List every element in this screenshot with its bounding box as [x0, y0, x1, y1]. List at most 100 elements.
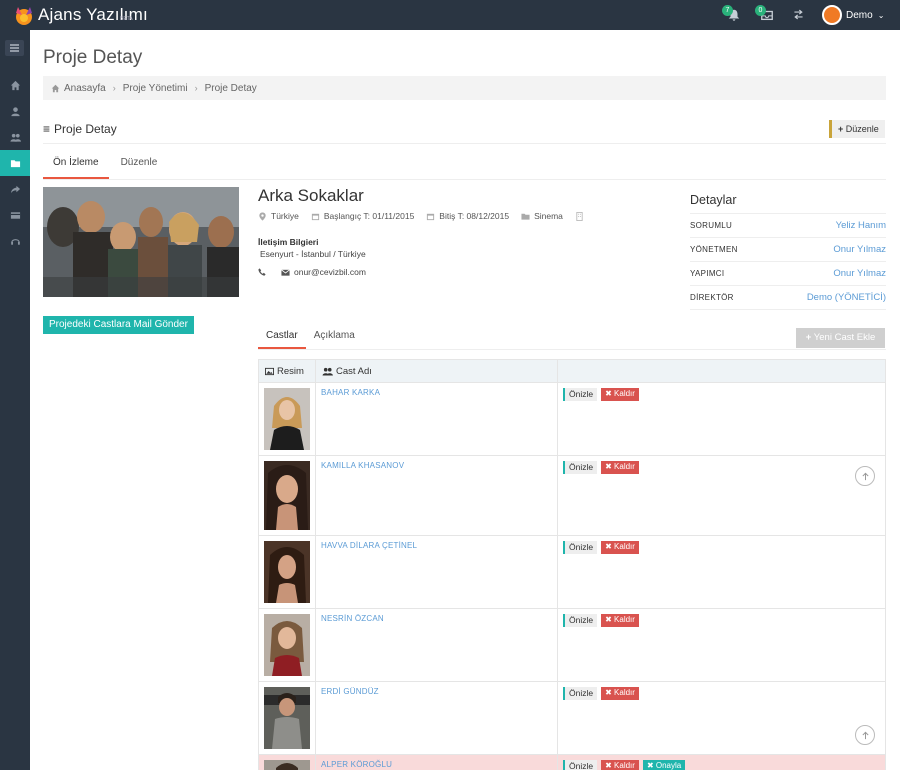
cast-photo[interactable]: [264, 760, 310, 770]
contact-address: Esenyurt - İstanbul / Türkiye: [260, 249, 366, 259]
cast-table: Resim Cast Adı BAHAR KARKA Önizle ✖ Kald…: [258, 359, 886, 770]
preview-button[interactable]: Önizle: [563, 687, 598, 700]
detail-value[interactable]: Onur Yılmaz: [833, 238, 886, 261]
cast-name[interactable]: BAHAR KARKA: [316, 383, 558, 455]
plus-icon: +: [805, 332, 812, 343]
cast-name[interactable]: ERDİ GÜNDÜZ: [316, 682, 558, 754]
sidebar-toggle[interactable]: [5, 40, 24, 56]
cast-photo[interactable]: [264, 541, 310, 603]
sidebar-item-share[interactable]: [0, 176, 30, 202]
logo-mark-icon: [16, 7, 32, 25]
switch-button[interactable]: [792, 8, 808, 24]
new-cast-button-label: Yeni Cast Ekle: [813, 332, 876, 343]
sidebar-item-user[interactable]: [0, 98, 30, 124]
remove-button[interactable]: ✖ Kaldır: [601, 388, 639, 401]
meta-end: Bitiş T: 08/12/2015: [426, 211, 509, 221]
scroll-to-top-button[interactable]: [855, 466, 875, 486]
menu-icon: [10, 44, 19, 52]
preview-button[interactable]: Önizle: [563, 760, 598, 770]
credit-card-icon: [10, 211, 20, 219]
edit-button[interactable]: + Düzenle: [829, 120, 885, 138]
table-row: BAHAR KARKA Önizle ✖ Kaldır: [258, 383, 886, 456]
remove-button[interactable]: ✖ Kaldır: [601, 760, 639, 770]
close-icon: ✖: [646, 761, 654, 770]
tab-preview[interactable]: Ön İzleme: [43, 152, 109, 180]
contact-email[interactable]: onur@cevizbil.com: [294, 267, 366, 277]
cast-photo-cell: [259, 682, 316, 754]
share-icon: [10, 185, 20, 193]
detail-key: YAPIMCI: [690, 269, 725, 278]
cast-tabs: Castlar Açıklama: [258, 328, 363, 350]
messages-button[interactable]: 0: [755, 5, 776, 24]
remove-button-label: Kaldır: [614, 462, 635, 471]
envelope-icon: [281, 268, 290, 276]
tab-description[interactable]: Açıklama: [306, 328, 363, 350]
cast-name[interactable]: ALPER KÖROĞLU: [316, 755, 558, 770]
exchange-icon: [794, 9, 803, 20]
table-row: NESRİN ÖZCAN Önizle ✖ Kaldır: [258, 609, 886, 682]
user-menu[interactable]: Demo ⌄: [822, 5, 884, 25]
detail-value[interactable]: Demo (YÖNETİCİ): [807, 286, 886, 309]
close-icon: ✖: [605, 389, 612, 398]
map-marker-icon: [259, 211, 266, 221]
remove-button[interactable]: ✖ Kaldır: [601, 461, 639, 474]
cast-photo[interactable]: [264, 388, 310, 450]
remove-button-label: Kaldır: [614, 761, 635, 770]
detail-value[interactable]: Yeliz Hanım: [836, 214, 886, 237]
cast-name[interactable]: KAMILLA KHASANOV: [316, 456, 558, 535]
app-logo[interactable]: Ajans Yazılımı: [12, 3, 148, 27]
table-row: ERDİ GÜNDÜZ Önizle ✖ Kaldır: [258, 682, 886, 755]
meta-building: [575, 211, 588, 221]
preview-button[interactable]: Önizle: [563, 614, 598, 627]
phone-icon: [258, 268, 266, 276]
tab-casts[interactable]: Castlar: [258, 328, 306, 350]
cast-name[interactable]: HAVVA DİLARA ÇETİNEL: [316, 536, 558, 608]
preview-button[interactable]: Önizle: [563, 461, 598, 474]
notifications-button[interactable]: 7: [722, 5, 743, 24]
new-cast-button[interactable]: + Yeni Cast Ekle: [796, 328, 885, 348]
remove-button[interactable]: ✖ Kaldır: [601, 541, 639, 554]
sidebar-item-projects[interactable]: [0, 150, 30, 176]
details-title: Detaylar: [690, 190, 886, 214]
breadcrumb-project-management[interactable]: Proje Yönetimi: [123, 83, 188, 94]
breadcrumb: Anasayfa › Proje Yönetimi › Proje Detay: [43, 76, 886, 100]
image-icon: [265, 367, 274, 375]
send-cast-mail-button[interactable]: Projedeki Castlara Mail Gönder: [43, 316, 194, 334]
tab-edit[interactable]: Düzenle: [111, 152, 168, 180]
home-icon: [10, 80, 20, 90]
cast-photo[interactable]: [264, 614, 310, 676]
breadcrumb-home[interactable]: Anasayfa: [64, 83, 106, 94]
sidebar-item-users[interactable]: [0, 124, 30, 150]
sidebar-item-support[interactable]: [0, 228, 30, 254]
table-row: HAVVA DİLARA ÇETİNEL Önizle ✖ Kaldır: [258, 536, 886, 609]
close-icon: ✖: [605, 462, 612, 471]
detail-value[interactable]: Onur Yılmaz: [833, 262, 886, 285]
list-icon: ≡: [43, 122, 51, 136]
sidebar-item-payments[interactable]: [0, 202, 30, 228]
calendar-icon: [311, 213, 319, 220]
detail-key: SORUMLU: [690, 221, 733, 230]
cast-actions: Önizle ✖ Kaldır ✖ Onayla: [558, 755, 885, 770]
meta-start-text: Başlangıç T: 01/11/2015: [323, 211, 415, 221]
cast-photo-image: [264, 541, 310, 603]
preview-button[interactable]: Önizle: [563, 388, 598, 401]
plus-icon: +: [838, 124, 844, 134]
table-row: KAMILLA KHASANOV Önizle ✖ Kaldır: [258, 456, 886, 536]
approve-button[interactable]: ✖ Onayla: [642, 760, 686, 770]
cast-photo[interactable]: [264, 461, 310, 530]
scroll-to-top-button[interactable]: [855, 725, 875, 745]
cast-photo-image: [264, 760, 310, 770]
preview-button[interactable]: Önizle: [563, 541, 598, 554]
sidebar-item-home[interactable]: [0, 72, 30, 98]
remove-button[interactable]: ✖ Kaldır: [601, 614, 639, 627]
headset-icon: [10, 238, 20, 245]
approve-button-label: Onayla: [655, 761, 682, 770]
building-icon: [576, 211, 583, 221]
close-icon: ✖: [605, 542, 612, 551]
cast-name[interactable]: NESRİN ÖZCAN: [316, 609, 558, 681]
remove-button[interactable]: ✖ Kaldır: [601, 687, 639, 700]
cast-photo-cell: [259, 755, 316, 770]
avatar: [822, 5, 842, 25]
cast-photo[interactable]: [264, 687, 310, 749]
remove-button-label: Kaldır: [614, 389, 635, 398]
